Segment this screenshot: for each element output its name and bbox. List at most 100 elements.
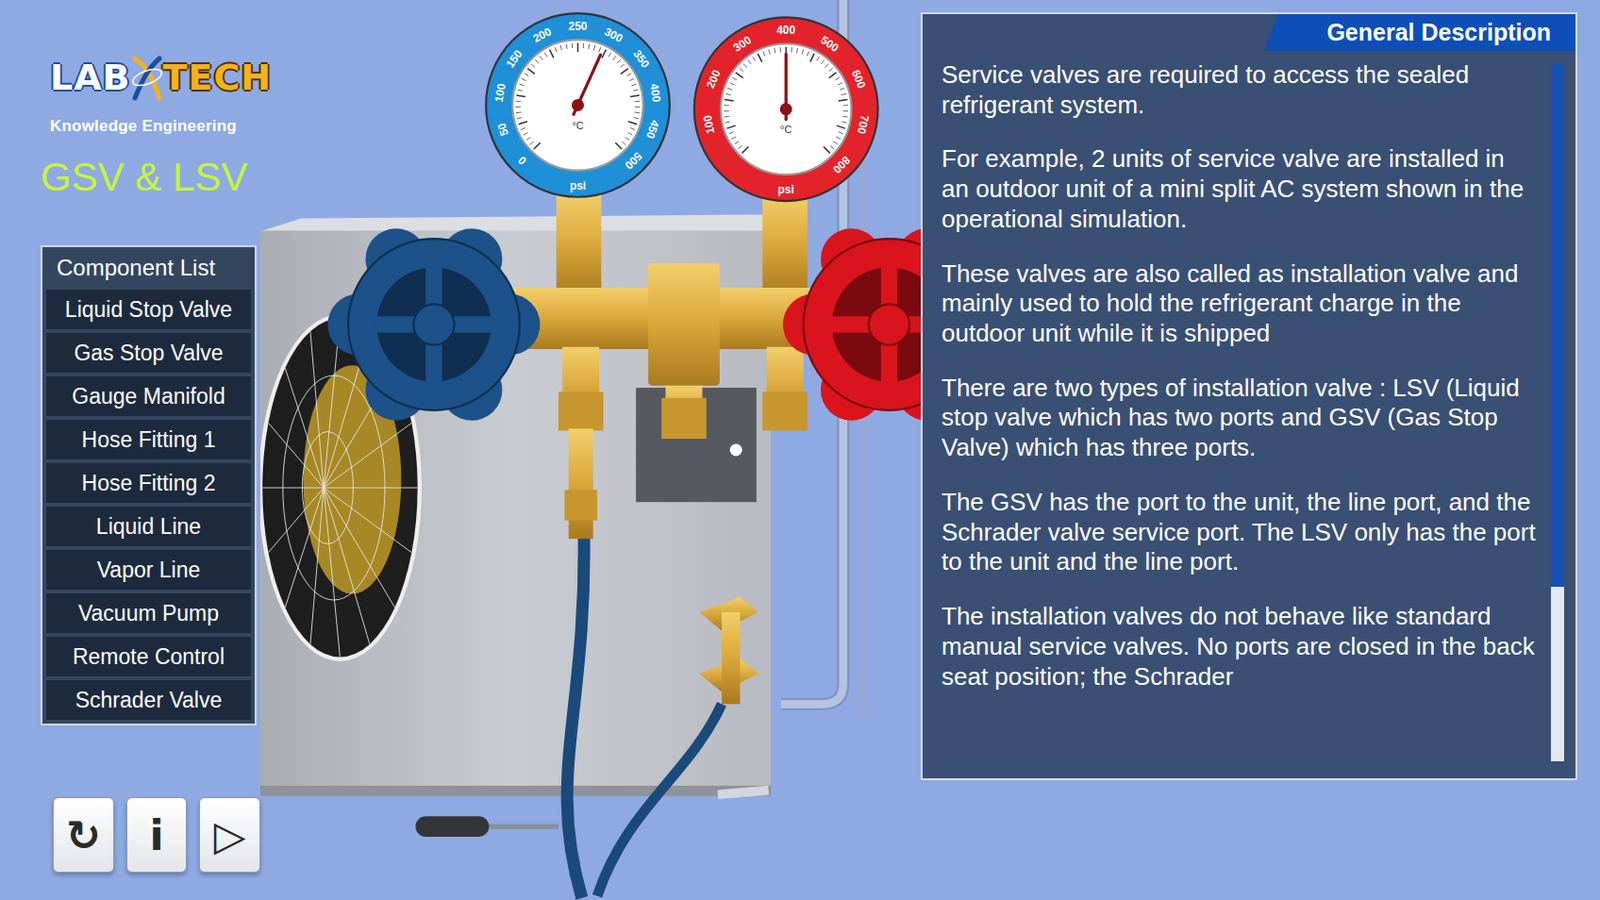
gauge-unit: psi — [778, 183, 795, 197]
gauge-tick — [724, 99, 734, 101]
toolbar-button[interactable]: ▷ — [199, 797, 261, 873]
gauge-label: 200 — [531, 24, 554, 46]
gauge-tick — [516, 100, 521, 102]
gauge-tick — [726, 125, 735, 129]
gauge-label: 450 — [643, 118, 663, 142]
gauge-tick — [723, 104, 729, 106]
description-paragraph: There are two types of installation valv… — [941, 373, 1538, 464]
gauge-tick — [601, 50, 606, 59]
gauge-tick — [526, 136, 531, 140]
service-valves[interactable] — [699, 597, 759, 705]
gauge-tick — [834, 77, 840, 81]
description-paragraph: For example, 2 units of service valve ar… — [941, 144, 1538, 234]
component-list-item[interactable]: Hose Fitting 2 — [46, 463, 251, 503]
logo-word: TECH — [163, 56, 273, 99]
low-side-valve-handwheel[interactable] — [327, 228, 540, 421]
gauge-tick — [577, 42, 580, 52]
gauge-label: 0 — [515, 153, 530, 168]
gauge-tick — [825, 64, 830, 68]
unit-top — [260, 214, 801, 233]
gauge-tick — [731, 136, 736, 140]
component-list-item[interactable]: Liquid Line — [46, 506, 251, 547]
labtech-logo: LABTECHKnowledge Engineering — [50, 52, 261, 136]
gauge-label: 100 — [492, 82, 509, 103]
unit-front — [260, 230, 771, 794]
component-list-item[interactable]: Gas Stop Valve — [46, 333, 251, 373]
gauge-tick — [839, 87, 845, 90]
gauge-tick — [768, 49, 771, 54]
description-paragraph: Service valves are required to access th… — [941, 60, 1538, 120]
component-list-item[interactable]: Vacuum Pump — [46, 593, 251, 634]
gauge-tick — [727, 87, 733, 90]
gauge-manifold[interactable] — [474, 194, 852, 540]
gauge-pivot — [571, 99, 584, 112]
gauge-tick — [593, 45, 596, 50]
gauge-tick — [748, 60, 751, 65]
gauge-tick — [841, 93, 847, 95]
gauge-label: 300 — [731, 33, 755, 55]
gauge-tick — [737, 145, 742, 149]
gauge-tick — [829, 67, 834, 72]
gauge-tick — [620, 68, 629, 75]
gauge-inner-unit: °C — [780, 123, 792, 135]
scrollbar-thumb[interactable] — [1550, 64, 1565, 587]
component-list-item[interactable]: Hose Fitting 1 — [46, 419, 251, 460]
hoses[interactable] — [566, 530, 722, 898]
gauge-tick — [823, 147, 831, 154]
component-list-item[interactable]: Liquid Stop Valve — [46, 289, 251, 330]
description-paragraph: The installation valves do not behave li… — [941, 601, 1538, 692]
simulation-stage[interactable]: 050100150200250300350400450500psi°C10020… — [260, 0, 921, 900]
gauge-tick — [608, 52, 612, 58]
logo-word: LAB — [50, 56, 132, 99]
component-list-item[interactable]: Schrader Valve — [46, 680, 251, 720]
screwdriver-icon — [415, 816, 558, 837]
toolbar-button[interactable]: i — [126, 797, 188, 873]
gauge-tick — [836, 125, 846, 129]
gauge-tick — [566, 44, 567, 50]
description-paragraph: These valves are also called as installa… — [941, 259, 1538, 350]
gauge-tick — [518, 121, 528, 125]
gauge-tick — [628, 121, 637, 125]
scrollbar-track[interactable] — [1550, 64, 1565, 762]
gauge-tick — [550, 50, 554, 59]
component-list-item[interactable]: Remote Control — [46, 636, 251, 677]
gauge-face — [720, 44, 851, 175]
component-list-item[interactable]: Vapor Line — [46, 550, 251, 590]
grille-wire — [323, 487, 370, 645]
logo-tagline: Knowledge Engineering — [50, 116, 237, 136]
gauge-tick — [843, 104, 849, 106]
gauge-tick — [732, 77, 737, 81]
grille-wire — [310, 487, 324, 645]
gauge-tick — [763, 50, 766, 56]
gauge-tick — [735, 72, 744, 79]
high-side-valve-handwheel[interactable] — [783, 228, 921, 421]
gauge-label: 200 — [703, 67, 724, 91]
gauge-tick — [560, 45, 563, 50]
gauge-tick — [801, 49, 804, 54]
component-list-item[interactable]: Gauge Manifold — [46, 376, 251, 417]
gauge-tick — [843, 110, 849, 112]
page-title: GSV & LSV — [40, 155, 261, 200]
gauge-tick — [571, 43, 574, 49]
gauge-tick — [725, 121, 731, 123]
component-list-header: Component List — [46, 247, 251, 286]
gauge-tick — [583, 43, 585, 49]
toolbar-button[interactable]: ↻ — [52, 797, 115, 873]
gauge-tick — [742, 147, 750, 154]
gauge-label: 50 — [494, 120, 512, 137]
pressure-gauge: 050100150200250300350400450500psi°C — [485, 13, 670, 198]
gauge-tick — [516, 106, 521, 108]
gauge-tick — [531, 64, 535, 68]
gauge-tick — [523, 133, 529, 136]
logo-wordmark: LAB TECH — [50, 52, 272, 102]
gauge-label: 500 — [817, 33, 842, 55]
component-list: Component ListLiquid Stop ValveGas Stop … — [40, 245, 257, 726]
gauge-tick — [779, 47, 782, 52]
wheel-rim — [803, 238, 921, 411]
wheel-hub — [413, 303, 454, 345]
gauge-tick — [533, 142, 541, 150]
gauge-tick — [518, 83, 524, 86]
gauge-tick — [729, 132, 734, 134]
gauge-tick — [631, 83, 636, 86]
gauge-tick — [554, 47, 557, 52]
